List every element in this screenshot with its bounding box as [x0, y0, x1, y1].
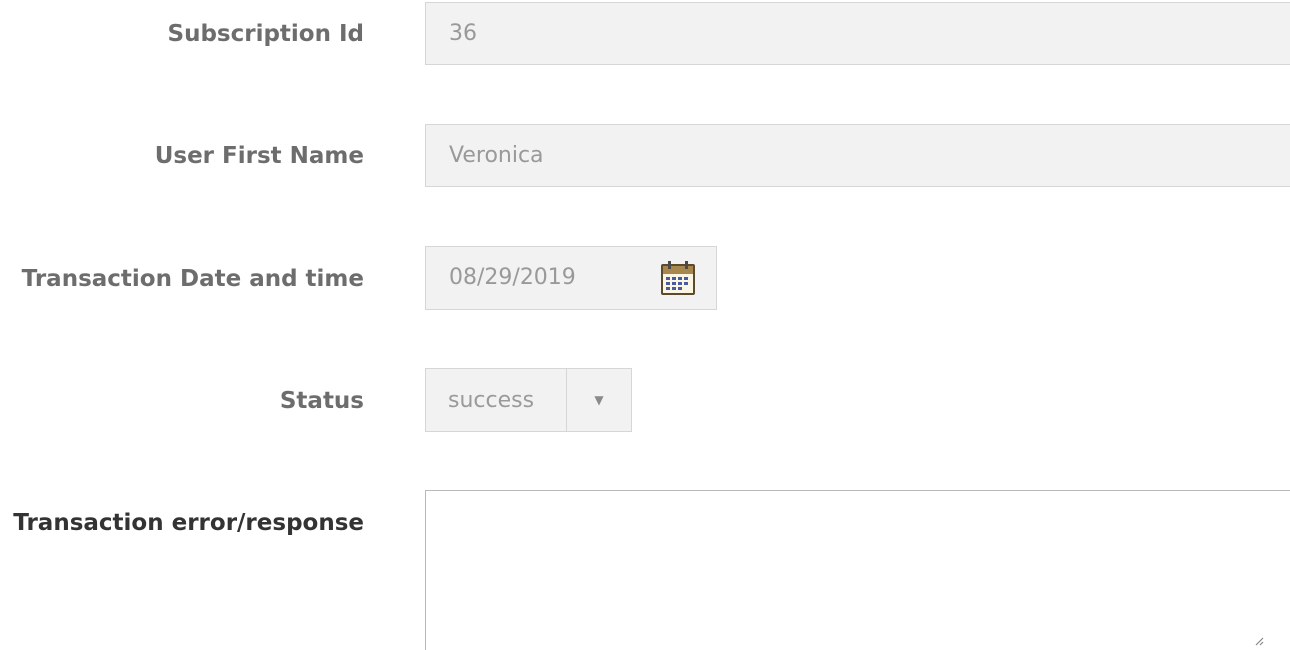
subscription-id-field[interactable]: 36	[425, 2, 1290, 65]
transaction-date-value: 08/29/2019	[449, 265, 576, 290]
transaction-date-field[interactable]: 08/29/2019	[425, 246, 717, 310]
resize-handle-icon[interactable]	[1254, 636, 1264, 646]
user-first-name-label: User First Name	[154, 143, 364, 169]
user-first-name-value: Veronica	[449, 142, 544, 168]
status-select[interactable]: success ▼	[425, 368, 632, 432]
transaction-response-textarea[interactable]	[425, 490, 1290, 650]
subscription-id-label: Subscription Id	[167, 21, 365, 47]
transaction-response-label: Transaction error/response	[13, 510, 364, 536]
status-selected-value: success	[448, 387, 535, 413]
status-label: Status	[279, 388, 364, 414]
calendar-icon[interactable]	[658, 258, 698, 298]
user-first-name-field[interactable]: Veronica	[425, 124, 1290, 187]
subscription-id-value: 36	[449, 20, 477, 46]
subscription-transaction-form: Subscription Id 36 User First Name Veron…	[0, 0, 1290, 650]
dropdown-arrow-icon[interactable]: ▼	[566, 369, 631, 431]
transaction-date-label: Transaction Date and time	[21, 266, 364, 292]
